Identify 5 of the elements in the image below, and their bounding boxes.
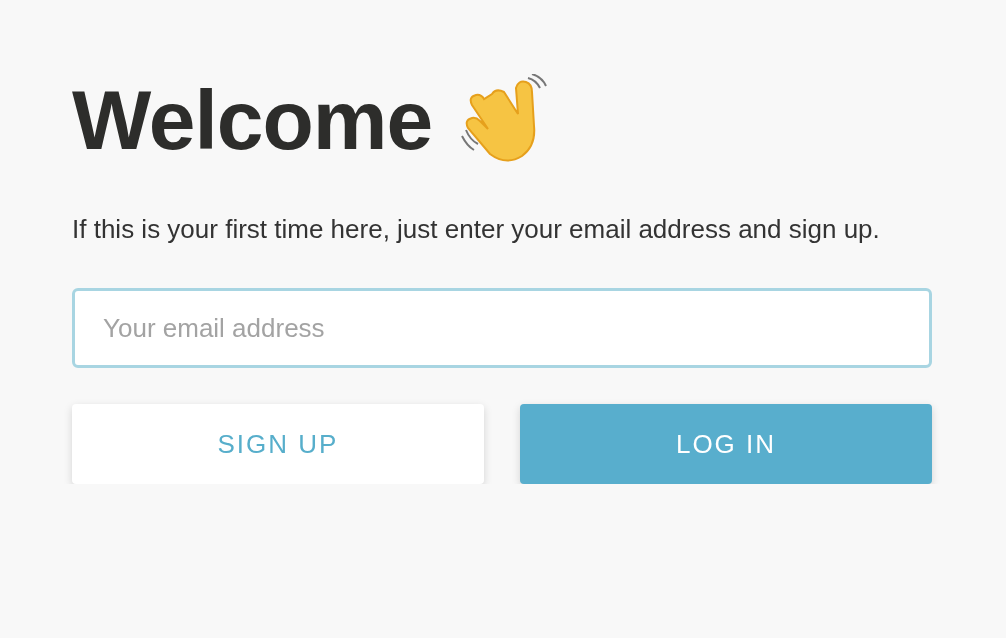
welcome-heading: Welcome <box>72 78 433 162</box>
intro-text: If this is your first time here, just enter your email address and sign up. <box>72 213 881 246</box>
email-field[interactable]: Your email address <box>72 288 932 368</box>
log-in-button[interactable]: LOG IN <box>520 404 932 484</box>
sign-up-button[interactable]: SIGN UP <box>72 404 484 484</box>
